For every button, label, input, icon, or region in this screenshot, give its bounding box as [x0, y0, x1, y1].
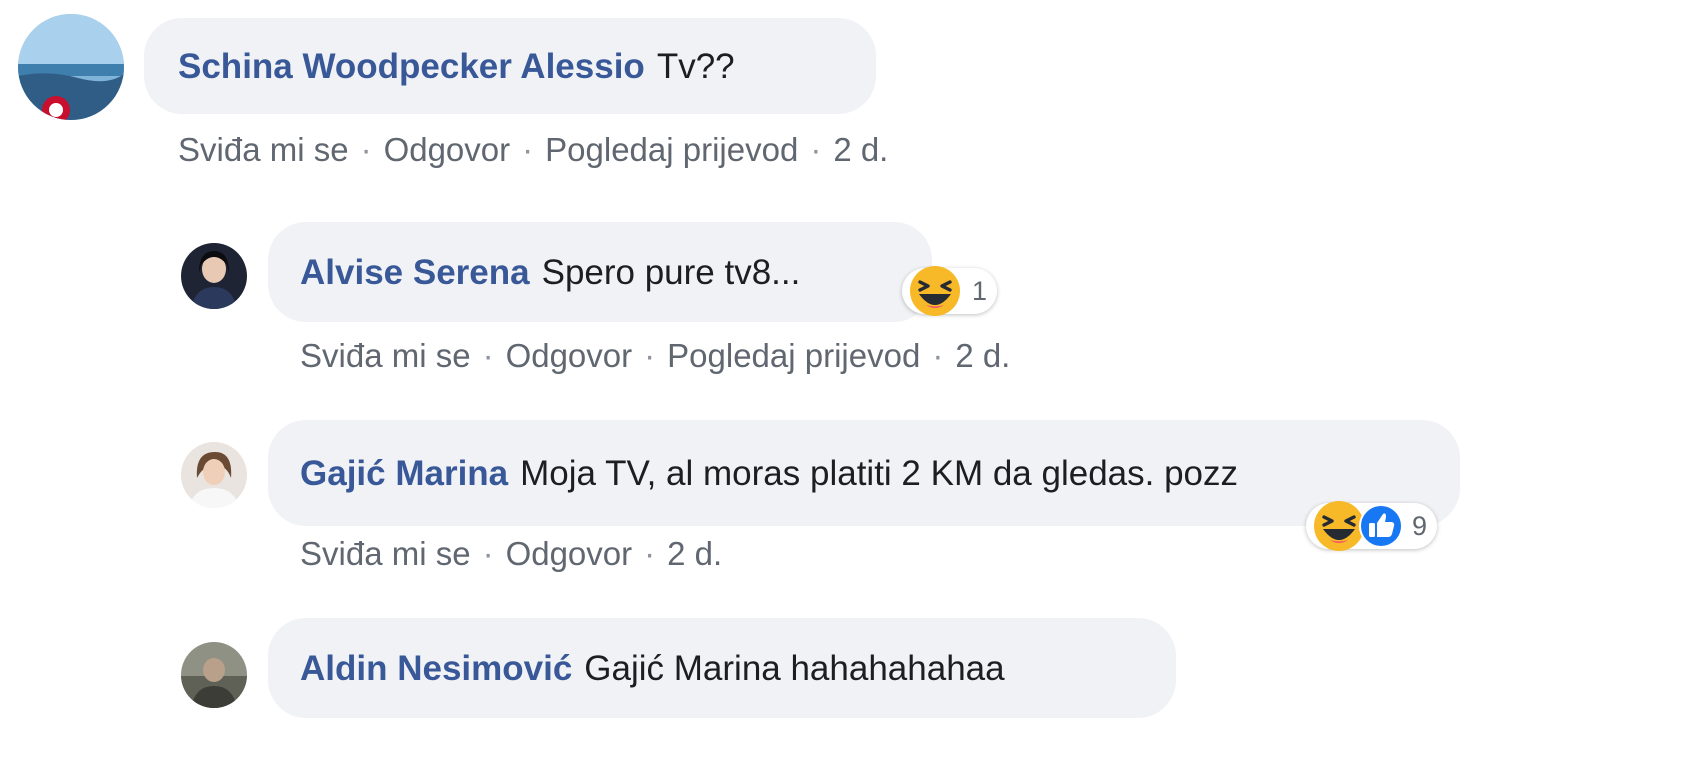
avatar[interactable] — [181, 642, 247, 708]
profile-photo — [181, 642, 247, 708]
timestamp[interactable]: 2 d. — [833, 131, 888, 168]
like-link[interactable]: Sviđa mi se — [178, 131, 349, 168]
comment-text: Gajić Marina hahahahahaa — [584, 648, 1005, 688]
timestamp[interactable]: 2 d. — [955, 337, 1010, 374]
comment-author[interactable]: Aldin Nesimović — [300, 651, 572, 686]
comment-bubble: Schina Woodpecker Alessio Tv?? — [144, 18, 876, 114]
profile-photo — [18, 14, 124, 120]
separator: · — [932, 337, 944, 374]
see-translation-link[interactable]: Pogledaj prijevod — [545, 131, 798, 168]
comment-author[interactable]: Alvise Serena — [300, 255, 530, 290]
reactions-summary[interactable]: 9 — [1306, 501, 1438, 551]
separator: · — [810, 131, 822, 168]
comment-actions: Sviđa mi se · Odgovor · 2 d. — [300, 537, 722, 570]
separator: · — [644, 535, 656, 572]
comment-actions: Sviđa mi se · Odgovor · Pogledaj prijevod · 2 … — [300, 339, 1010, 372]
reply-link[interactable]: Odgovor — [506, 337, 633, 374]
reactions-summary[interactable]: 1 — [902, 266, 998, 316]
like-link[interactable]: Sviđa mi se — [300, 535, 471, 572]
comment-bubble: Gajić Marina Moja TV, al moras platiti 2… — [268, 420, 1460, 526]
comment-bubble: Alvise Serena Spero pure tv8... — [268, 222, 932, 322]
avatar[interactable] — [18, 14, 124, 120]
avatar[interactable] — [181, 442, 247, 508]
comment-bubble: Aldin Nesimović Gajić Marina hahahahahaa — [268, 618, 1176, 718]
separator: · — [522, 131, 534, 168]
reply-link[interactable]: Odgovor — [384, 131, 511, 168]
comment-author[interactable]: Gajić Marina — [300, 456, 508, 491]
timestamp[interactable]: 2 d. — [667, 535, 722, 572]
separator: · — [644, 337, 656, 374]
profile-photo — [181, 243, 247, 309]
reaction-count: 9 — [1412, 510, 1428, 541]
see-translation-link[interactable]: Pogledaj prijevod — [667, 337, 920, 374]
separator: · — [482, 337, 494, 374]
comment-text: Moja TV, al moras platiti 2 KM da gledas… — [520, 453, 1238, 493]
haha-icon — [910, 266, 960, 316]
comment-text: Spero pure tv8... — [541, 252, 801, 292]
comment-text: Tv?? — [656, 46, 735, 86]
comment-actions: Sviđa mi se · Odgovor · Pogledaj prijevod · 2 … — [178, 133, 888, 166]
like-link[interactable]: Sviđa mi se — [300, 337, 471, 374]
comment-author[interactable]: Schina Woodpecker Alessio — [178, 49, 645, 84]
separator: · — [360, 131, 372, 168]
avatar[interactable] — [181, 243, 247, 309]
reaction-count: 1 — [972, 275, 988, 306]
profile-photo — [181, 442, 247, 508]
separator: · — [482, 535, 494, 572]
reply-link[interactable]: Odgovor — [506, 535, 633, 572]
like-icon — [1359, 504, 1403, 548]
